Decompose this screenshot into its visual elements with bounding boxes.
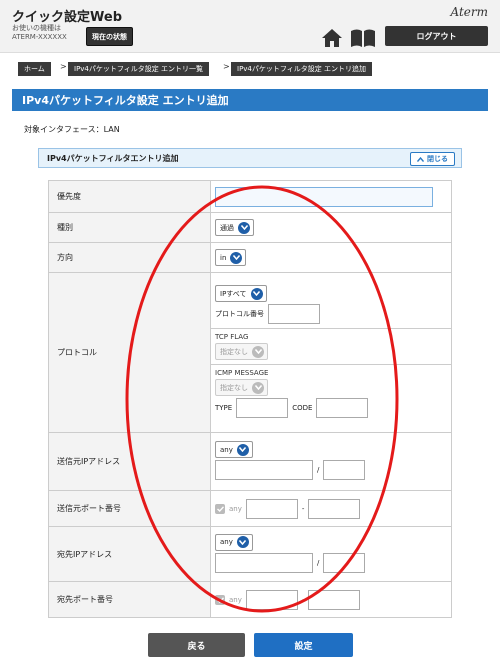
annotation-ellipse — [125, 185, 399, 613]
brand-logo: Aterm — [450, 5, 489, 19]
chevron-up-icon — [417, 156, 424, 162]
breadcrumb-entry-list[interactable]: IPv4パケットフィルタ設定 エントリ一覧 — [68, 62, 209, 76]
breadcrumb-current: IPv4パケットフィルタ設定 エントリ追加 — [231, 62, 372, 76]
device-label: お使いの機種は — [12, 24, 61, 32]
header-bar: クイック設定Web お使いの機種は ATERM-XXXXXX 現在の状態 Ate… — [0, 0, 500, 53]
logout-button[interactable]: ログアウト — [385, 26, 488, 46]
panel-header: IPv4パケットフィルタエントリ追加 閉じる — [38, 148, 462, 168]
back-button[interactable]: 戻る — [148, 633, 245, 657]
home-icon[interactable] — [321, 27, 343, 49]
close-button-label: 閉じる — [427, 155, 448, 163]
page-title: IPv4パケットフィルタ設定 エントリ追加 — [12, 89, 488, 111]
close-button[interactable]: 閉じる — [410, 152, 455, 166]
set-button[interactable]: 設定 — [254, 633, 353, 657]
breadcrumb-separator: > — [223, 62, 230, 71]
interface-label: 対象インタフェース：LAN — [24, 125, 120, 134]
breadcrumb-home[interactable]: ホーム — [18, 62, 51, 76]
device-name: ATERM-XXXXXX — [12, 33, 67, 41]
panel-title: IPv4パケットフィルタエントリ追加 — [47, 153, 179, 163]
breadcrumb-separator: > — [60, 62, 67, 71]
status-button[interactable]: 現在の状態 — [86, 27, 133, 46]
book-icon[interactable] — [350, 28, 376, 48]
